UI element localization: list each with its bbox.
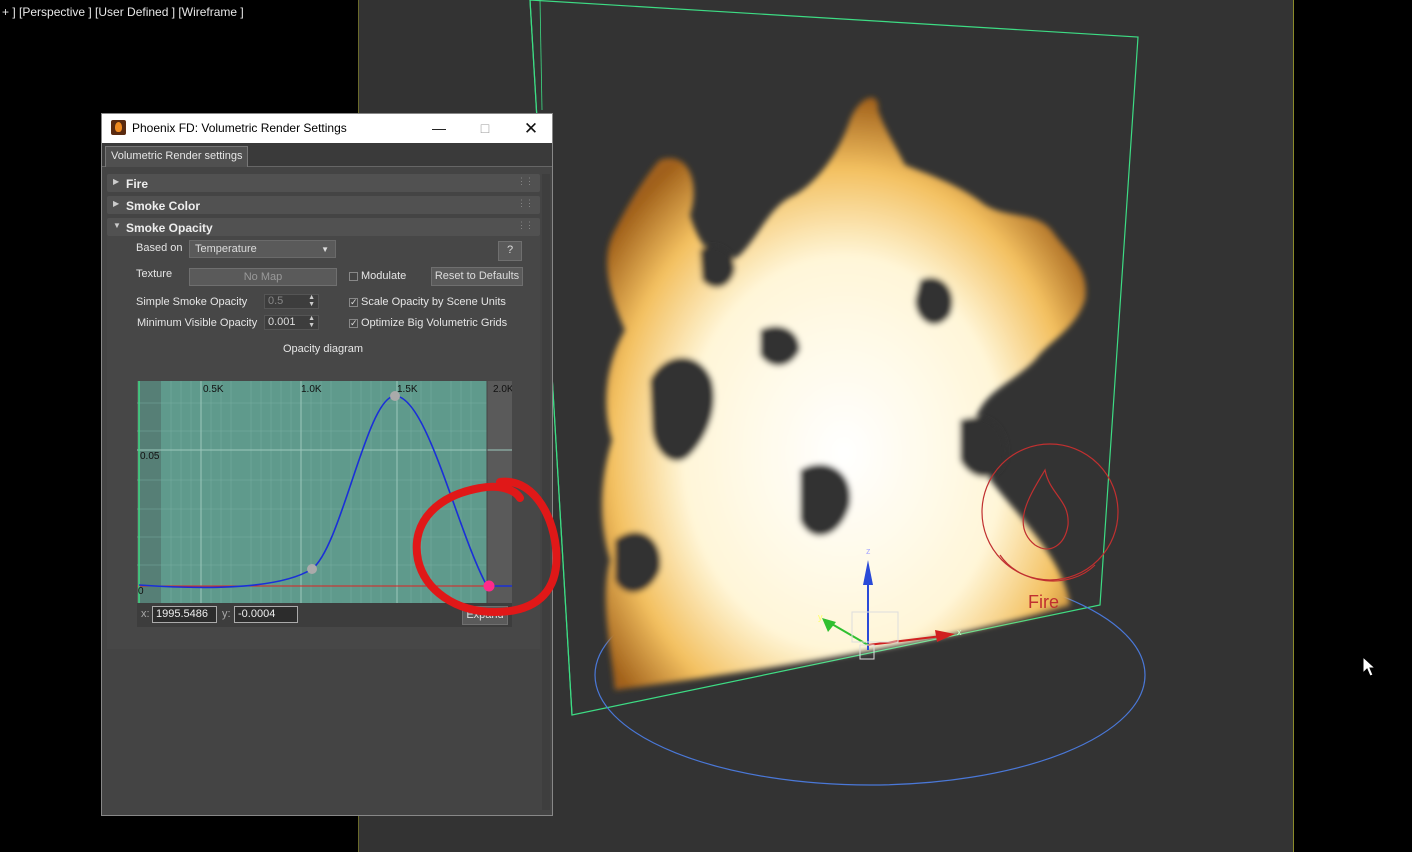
- red-annotation-circle: [412, 477, 561, 617]
- annotation-layer: [412, 477, 561, 617]
- mouse-cursor-icon: [1362, 656, 1377, 677]
